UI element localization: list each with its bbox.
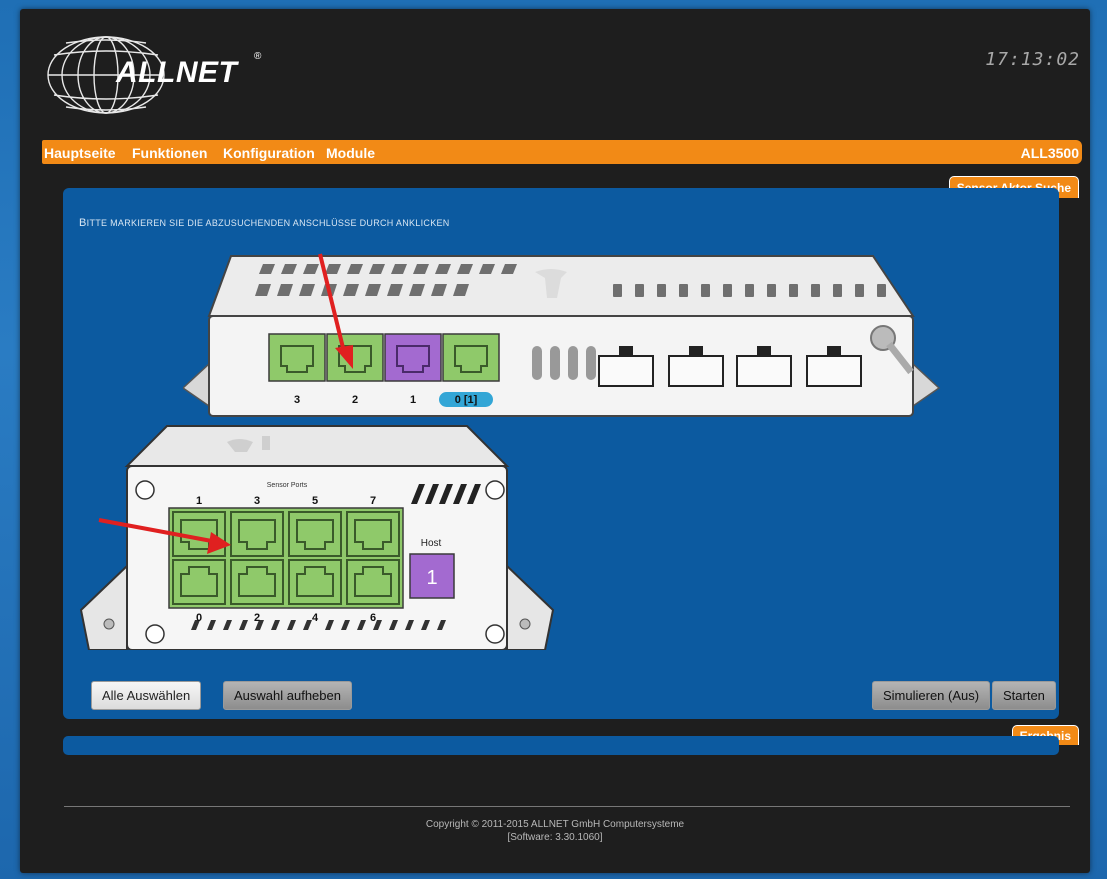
- main-device-image: 3 2 1 0 [1]: [183, 253, 941, 417]
- footer-divider: [64, 806, 1070, 807]
- sensor-port-2[interactable]: [230, 559, 284, 605]
- registered-mark: ®: [254, 51, 262, 62]
- result-panel: [63, 736, 1059, 755]
- sensor-bottom-label-6: 6: [370, 612, 376, 624]
- main-port-label-0: 0 [1]: [455, 394, 478, 406]
- logo-text: ALLNET: [116, 56, 238, 89]
- software-version: [Software: 3.30.1060]: [507, 832, 603, 843]
- nav-hauptseite[interactable]: Hauptseite: [44, 145, 116, 161]
- start-button[interactable]: Starten: [992, 681, 1056, 710]
- main-port-0[interactable]: [442, 333, 500, 382]
- select-all-button[interactable]: Alle Auswählen: [91, 681, 202, 710]
- main-port-1[interactable]: [384, 333, 442, 382]
- deselect-button[interactable]: Auswahl aufheben: [223, 681, 352, 710]
- sensor-port-0[interactable]: [172, 559, 226, 605]
- sensor-bottom-label-0: 0: [196, 612, 202, 624]
- allnet-logo: ALLNET ®: [44, 33, 261, 117]
- main-port-label-2: 2: [352, 394, 358, 406]
- instruction-text: Bitte markieren Sie die abzusuchenden An…: [79, 217, 450, 229]
- sensor-port-5[interactable]: [288, 511, 342, 557]
- sensor-top-label-1: 1: [196, 495, 202, 507]
- sensor-device-image: Sensor Ports 1 3 5 7 0 2 4 6 Host 1: [79, 425, 555, 650]
- simulate-button[interactable]: Simulieren (Aus): [872, 681, 991, 710]
- main-port-label-3: 3: [294, 394, 300, 406]
- nav-konfiguration[interactable]: Konfiguration: [223, 145, 315, 161]
- nav-funktionen[interactable]: Funktionen: [132, 145, 207, 161]
- sensor-top-label-7: 7: [370, 495, 376, 507]
- nav-module[interactable]: Module: [326, 145, 375, 161]
- sensor-port-6[interactable]: [346, 559, 400, 605]
- sensor-ports-title: Sensor Ports: [267, 482, 308, 489]
- sensor-port-4[interactable]: [288, 559, 342, 605]
- copyright-text: Copyright © 2011-2015 ALLNET GmbH Comput…: [425, 819, 685, 830]
- host-label: Host: [421, 538, 442, 549]
- clock: 17:13:02: [985, 49, 1080, 70]
- device-model: ALL3500: [1020, 145, 1079, 161]
- main-port-2[interactable]: [326, 333, 384, 382]
- host-port[interactable]: 1: [409, 553, 455, 599]
- host-port-number: 1: [426, 567, 437, 589]
- sensor-port-7[interactable]: [346, 511, 400, 557]
- sensor-port-3[interactable]: [230, 511, 284, 557]
- main-nav: Hauptseite Funktionen Konfiguration Modu…: [42, 140, 1082, 164]
- main-port-3[interactable]: [268, 333, 326, 382]
- sensor-top-label-3: 3: [254, 495, 260, 507]
- sensor-top-label-5: 5: [312, 495, 318, 507]
- sensor-bottom-label-4: 4: [312, 612, 319, 624]
- sensor-bottom-label-2: 2: [254, 612, 260, 624]
- sensor-search-panel: Bitte markieren Sie die abzusuchenden An…: [63, 188, 1059, 719]
- app-frame: ALLNET ® 17:13:02 Hauptseite Funktionen …: [20, 9, 1090, 873]
- main-port-label-1: 1: [410, 394, 416, 406]
